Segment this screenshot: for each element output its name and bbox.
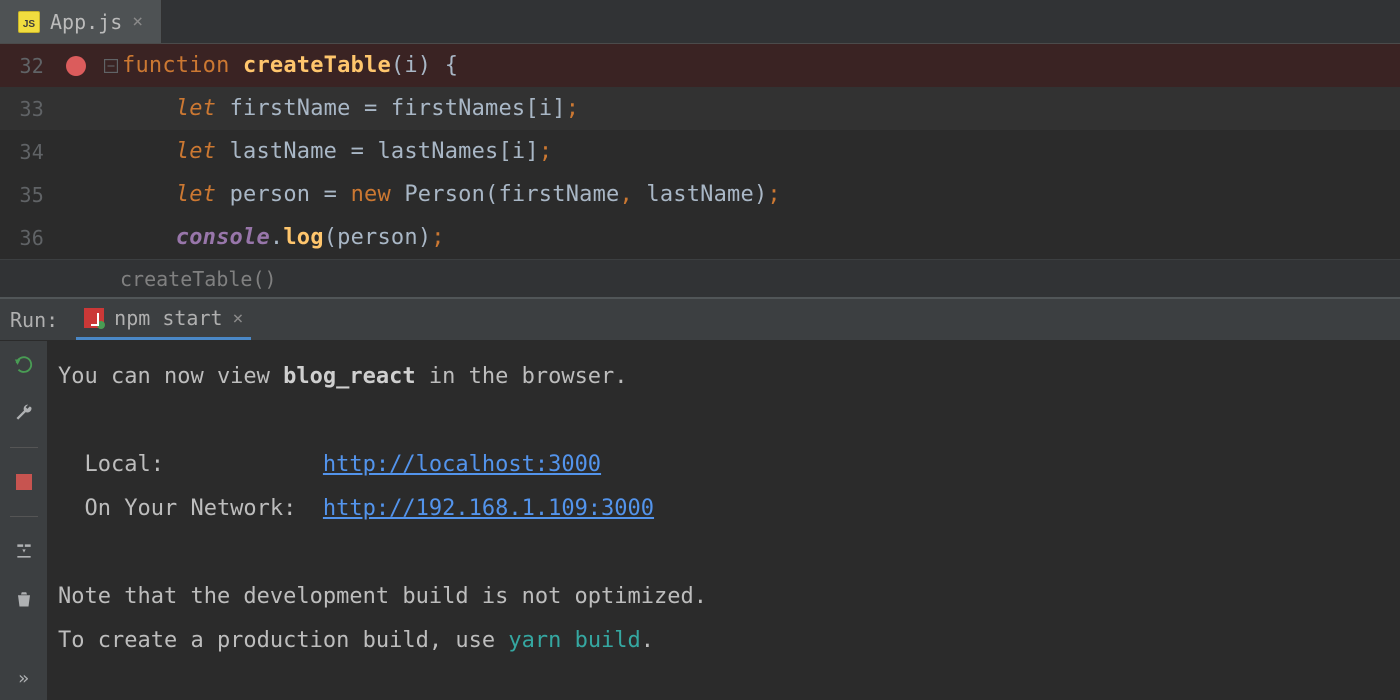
expand-button[interactable]: » <box>10 664 38 692</box>
line-number: 34 <box>0 140 50 164</box>
run-panel-body: » You can now view blog_react in the bro… <box>0 341 1400 700</box>
breadcrumb-item: createTable() <box>120 267 277 291</box>
code-line-33[interactable]: 33 let firstName = firstNames[i]; <box>0 87 1400 130</box>
toolbar-separator <box>10 516 38 517</box>
run-tab-label: npm start <box>114 306 222 330</box>
layout-icon <box>14 541 34 561</box>
close-icon[interactable]: × <box>132 11 143 32</box>
code-text: function createTable(i) { <box>120 53 1400 78</box>
run-console-output[interactable]: You can now view blog_react in the brows… <box>48 341 1400 700</box>
network-url-link[interactable]: http://192.168.1.109:3000 <box>323 496 654 521</box>
code-text: let firstName = firstNames[i]; <box>120 96 1400 121</box>
rerun-icon <box>13 354 35 376</box>
settings-button[interactable] <box>10 399 38 427</box>
toolbar-separator <box>10 447 38 448</box>
code-text: let lastName = lastNames[i]; <box>120 139 1400 164</box>
editor-tab-filler <box>162 0 1400 43</box>
run-tab-npm-start[interactable]: npm start × <box>76 299 251 340</box>
code-line-35[interactable]: 35 let person = new Person(firstName, la… <box>0 173 1400 216</box>
rerun-button[interactable] <box>10 351 38 379</box>
code-text: console.log(person); <box>120 225 1400 250</box>
run-toolbar: » <box>0 341 48 700</box>
stop-button[interactable] <box>10 468 38 496</box>
code-line-36[interactable]: 36 console.log(person); <box>0 216 1400 259</box>
editor-tab-row: App.js × <box>0 0 1400 44</box>
code-editor[interactable]: 32 function createTable(i) { 33 let firs… <box>0 44 1400 259</box>
code-line-32[interactable]: 32 function createTable(i) { <box>0 44 1400 87</box>
breadcrumb[interactable]: createTable() <box>0 259 1400 297</box>
editor-tab-app-js[interactable]: App.js × <box>0 0 162 43</box>
trash-icon <box>15 589 33 609</box>
run-panel-header: Run: npm start × <box>0 297 1400 341</box>
delete-button[interactable] <box>10 585 38 613</box>
chevron-right-icon: » <box>18 668 29 689</box>
npm-icon <box>84 308 104 328</box>
run-panel-label: Run: <box>10 308 62 332</box>
fold-gutter[interactable] <box>102 59 120 73</box>
line-number: 35 <box>0 183 50 207</box>
js-file-icon <box>18 11 40 33</box>
stop-icon <box>16 474 32 490</box>
breakpoint-icon <box>66 56 86 76</box>
line-number: 36 <box>0 226 50 250</box>
code-text: let person = new Person(firstName, lastN… <box>120 182 1400 207</box>
close-icon[interactable]: × <box>233 308 244 329</box>
local-url-link[interactable]: http://localhost:3000 <box>323 452 601 477</box>
fold-minus-icon <box>104 59 118 73</box>
code-line-34[interactable]: 34 let lastName = lastNames[i]; <box>0 130 1400 173</box>
wrench-icon <box>14 403 34 423</box>
line-number: 33 <box>0 97 50 121</box>
line-number: 32 <box>0 54 50 78</box>
editor-tab-label: App.js <box>50 10 122 34</box>
breakpoint-gutter[interactable] <box>50 56 102 76</box>
download-button[interactable] <box>10 537 38 565</box>
